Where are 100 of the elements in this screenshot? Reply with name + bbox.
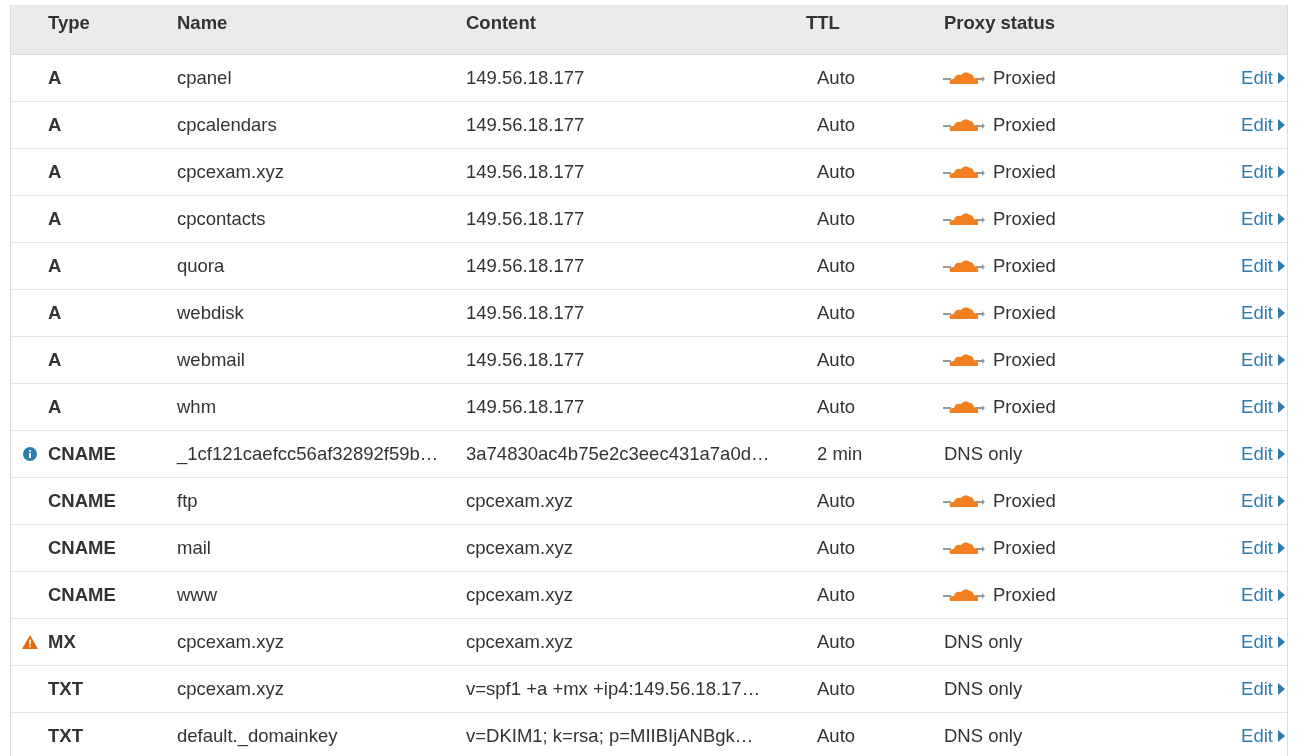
edit-link[interactable]: Edit (1241, 161, 1285, 183)
record-ttl: Auto (816, 161, 857, 183)
record-name: cpcexam.xyz (177, 161, 285, 183)
caret-icon (1278, 260, 1285, 272)
record-type: A (48, 208, 63, 230)
record-name: quora (177, 255, 226, 277)
record-name: default._domainkey (177, 724, 339, 747)
record-content: v=DKIM1; k=rsa; p=MIIBIjANBgk… (466, 724, 755, 747)
info-icon (22, 447, 37, 461)
proxy-status: Proxied (993, 349, 1056, 371)
record-type: MX (48, 631, 77, 653)
record-name: www (177, 584, 219, 606)
cloud-arrows-icon (943, 586, 985, 604)
record-ttl: Auto (816, 584, 857, 606)
record-content: cpcexam.xyz (466, 631, 574, 653)
proxy-status: DNS only (944, 724, 1023, 747)
cloud-arrows-icon (943, 163, 985, 181)
record-content: 149.56.18.177 (466, 302, 586, 324)
edit-link[interactable]: Edit (1241, 584, 1285, 606)
record-content: 149.56.18.177 (466, 161, 586, 183)
caret-icon (1278, 354, 1285, 366)
record-ttl: Auto (816, 255, 857, 277)
record-content: cpcexam.xyz (466, 490, 574, 512)
caret-icon (1278, 401, 1285, 413)
record-type: A (48, 114, 63, 136)
record-name: mail (177, 537, 212, 559)
record-type: A (48, 396, 63, 418)
caret-icon (1278, 213, 1285, 225)
proxy-status: DNS only (944, 443, 1023, 465)
record-ttl: Auto (816, 349, 857, 371)
edit-link[interactable]: Edit (1241, 443, 1285, 465)
column-header: Type (48, 11, 91, 34)
record-content: 3a74830ac4b75e2c3eec431a7a0d… (466, 443, 771, 465)
edit-link[interactable]: Edit (1241, 537, 1285, 559)
edit-link[interactable]: Edit (1241, 349, 1285, 371)
record-ttl: Auto (816, 490, 857, 512)
record-name: cpcexam.xyz (177, 631, 285, 653)
record-ttl: Auto (816, 114, 857, 136)
cloud-arrows-icon (943, 304, 985, 322)
edit-link[interactable]: Edit (1241, 67, 1285, 89)
edit-link[interactable]: Edit (1241, 631, 1285, 653)
record-ttl: Auto (816, 208, 857, 230)
edit-link[interactable]: Edit (1241, 396, 1285, 418)
caret-icon (1278, 683, 1285, 695)
caret-icon (1278, 166, 1285, 178)
column-header: Name (177, 11, 229, 34)
edit-link[interactable]: Edit (1241, 490, 1285, 512)
record-name: cpcexam.xyz (177, 678, 285, 700)
caret-icon (1278, 636, 1285, 648)
record-content: 149.56.18.177 (466, 396, 586, 418)
record-content: cpcexam.xyz (466, 537, 574, 559)
record-ttl: Auto (816, 537, 857, 559)
proxy-status: Proxied (993, 584, 1056, 606)
proxy-status: Proxied (993, 161, 1056, 183)
edit-link[interactable]: Edit (1241, 208, 1285, 230)
edit-link[interactable]: Edit (1241, 724, 1285, 747)
proxy-status: DNS only (944, 631, 1023, 653)
proxy-status: Proxied (993, 114, 1056, 136)
record-type: A (48, 67, 63, 89)
record-name: webdisk (177, 302, 245, 324)
record-name: cpcalendars (177, 114, 278, 136)
cloud-arrows-icon (943, 398, 985, 416)
record-ttl: Auto (816, 302, 857, 324)
cloud-arrows-icon (943, 539, 985, 557)
cloud-arrows-icon (943, 69, 985, 87)
proxy-status: Proxied (993, 302, 1056, 324)
edit-link[interactable]: Edit (1241, 302, 1285, 324)
record-ttl: Auto (816, 724, 857, 747)
cloud-arrows-icon (943, 351, 985, 369)
record-type: TXT (48, 678, 84, 700)
record-content: 149.56.18.177 (466, 255, 586, 277)
caret-icon (1278, 589, 1285, 601)
cloud-arrows-icon (943, 210, 985, 228)
record-content: v=spf1 +a +mx +ip4:149.56.18.17… (466, 678, 762, 700)
caret-icon (1278, 307, 1285, 319)
edit-link[interactable]: Edit (1241, 678, 1285, 700)
record-type: CNAME (48, 537, 117, 559)
record-name: webmail (177, 349, 246, 371)
proxy-status: Proxied (993, 208, 1056, 230)
proxy-status: DNS only (944, 678, 1023, 700)
caret-icon (1278, 72, 1285, 84)
record-type: A (48, 349, 63, 371)
caret-icon (1278, 729, 1285, 742)
edit-link[interactable]: Edit (1241, 114, 1285, 136)
record-ttl: Auto (816, 396, 857, 418)
cloud-arrows-icon (943, 257, 985, 275)
proxy-status: Proxied (993, 67, 1056, 89)
proxy-status: Proxied (993, 490, 1056, 512)
record-ttl: Auto (816, 67, 857, 89)
caret-icon (1278, 448, 1285, 460)
column-header: Content (466, 11, 537, 34)
record-ttl: Auto (816, 631, 857, 653)
proxy-status: Proxied (993, 537, 1056, 559)
record-content: 149.56.18.177 (466, 114, 586, 136)
record-type: A (48, 255, 63, 277)
caret-icon (1278, 119, 1285, 131)
warning-icon (21, 635, 38, 649)
record-ttl: 2 min (816, 443, 864, 465)
edit-link[interactable]: Edit (1241, 255, 1285, 277)
record-content: 149.56.18.177 (466, 208, 586, 230)
